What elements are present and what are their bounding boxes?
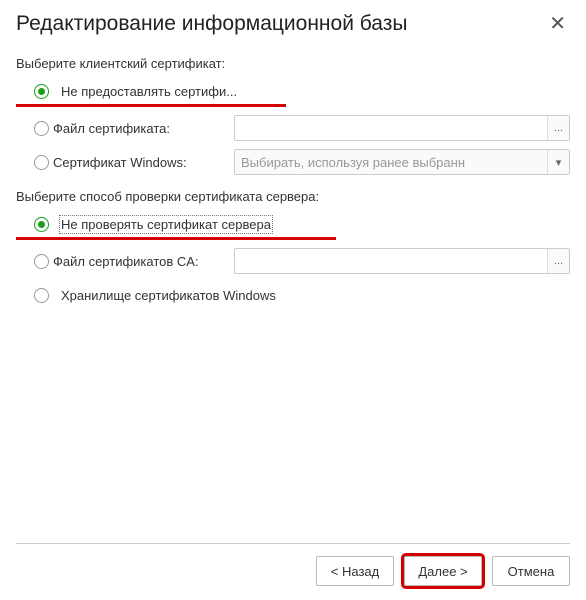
radio-server-cert-ca-file[interactable]	[34, 254, 49, 269]
client-cert-section-label: Выберите клиентский сертификат:	[16, 56, 570, 71]
radio-label-server-cert-windows-store: Хранилище сертификатов Windows	[61, 288, 276, 303]
client-cert-opt-none-row: Не предоставлять сертифи...	[16, 81, 286, 107]
next-button[interactable]: Далее >	[404, 556, 482, 586]
server-cert-opt-ca-row: Файл сертификатов CA: ...	[16, 248, 570, 274]
radio-client-cert-windows[interactable]	[34, 155, 49, 170]
client-cert-opt-windows-row: Сертификат Windows: ▾	[16, 149, 570, 175]
dialog-footer: < Назад Далее > Отмена	[16, 543, 570, 586]
radio-label-server-cert-ca-file: Файл сертификатов CA:	[53, 254, 199, 269]
dialog-content: Выберите клиентский сертификат: Не предо…	[16, 50, 570, 543]
back-button[interactable]: < Назад	[316, 556, 394, 586]
ellipsis-icon[interactable]: ...	[547, 249, 569, 273]
radio-label-client-cert-none: Не предоставлять сертифи...	[61, 84, 237, 99]
radio-client-cert-none[interactable]	[34, 84, 49, 99]
client-cert-windows-field: ▾	[234, 149, 570, 175]
client-cert-windows-select[interactable]	[235, 150, 547, 174]
server-cert-ca-file-field: ...	[234, 248, 570, 274]
dialog-title: Редактирование информационной базы	[16, 12, 407, 36]
dialog-header: Редактирование информационной базы ✕	[16, 12, 570, 36]
server-cert-section-label: Выберите способ проверки сертификата сер…	[16, 189, 570, 204]
close-icon[interactable]: ✕	[545, 12, 570, 36]
dialog-edit-infobase: Редактирование информационной базы ✕ Выб…	[0, 0, 586, 600]
client-cert-opt-file-row: Файл сертификата: ...	[16, 115, 570, 141]
radio-server-cert-windows-store[interactable]	[34, 288, 49, 303]
server-cert-opt-none-row: Не проверять сертификат сервера	[16, 214, 336, 240]
server-cert-opt-windows-row: Хранилище сертификатов Windows	[16, 282, 570, 308]
radio-label-client-cert-file: Файл сертификата:	[53, 121, 170, 136]
cancel-button[interactable]: Отмена	[492, 556, 570, 586]
chevron-down-icon[interactable]: ▾	[547, 150, 569, 174]
radio-label-server-cert-none: Не проверять сертификат сервера	[61, 217, 271, 232]
server-cert-ca-file-input[interactable]	[235, 249, 547, 273]
client-cert-file-input[interactable]	[235, 116, 547, 140]
client-cert-file-field: ...	[234, 115, 570, 141]
content-spacer	[16, 312, 570, 543]
ellipsis-icon[interactable]: ...	[547, 116, 569, 140]
radio-server-cert-none[interactable]	[34, 217, 49, 232]
radio-client-cert-file[interactable]	[34, 121, 49, 136]
radio-label-client-cert-windows: Сертификат Windows:	[53, 155, 187, 170]
